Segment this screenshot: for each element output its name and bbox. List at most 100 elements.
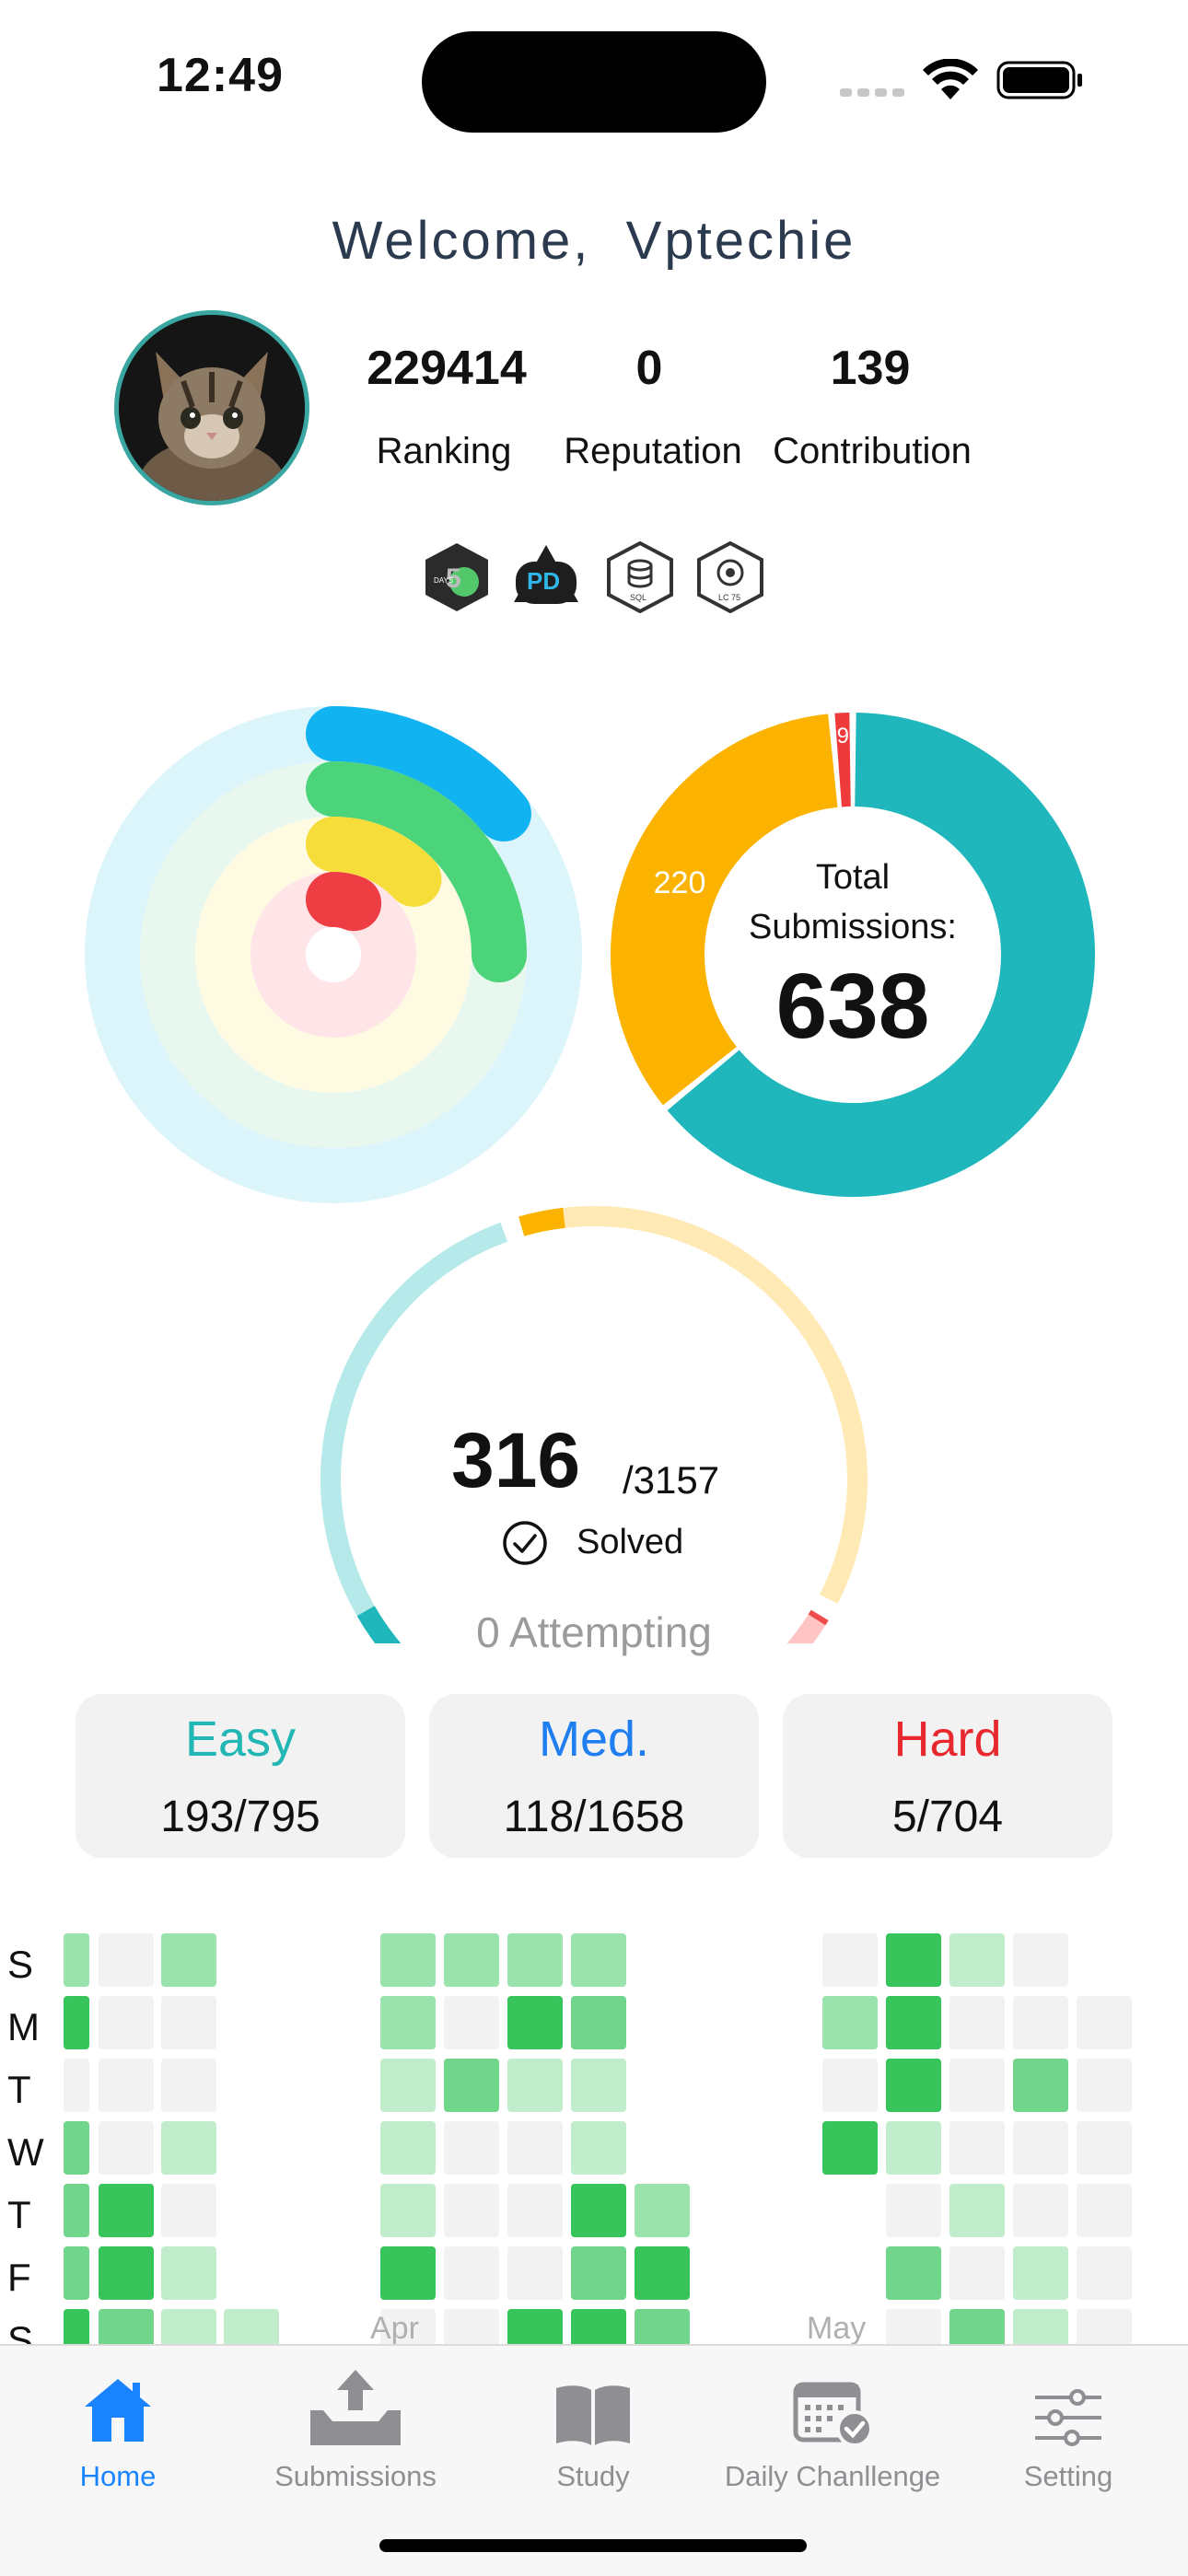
welcome-heading: Welcome, Vptechie bbox=[0, 210, 1188, 272]
heatmap-cell bbox=[1013, 2184, 1068, 2237]
tab-home[interactable]: Home bbox=[7, 2364, 228, 2493]
heatmap-cell bbox=[1013, 2309, 1068, 2344]
heatmap-cell bbox=[444, 2184, 499, 2237]
check-circle-icon bbox=[503, 1521, 547, 1565]
heatmap-cell bbox=[886, 2059, 941, 2112]
tab-setting[interactable]: Setting bbox=[958, 2364, 1179, 2493]
dynamic-island bbox=[422, 31, 766, 133]
heatmap-cell bbox=[161, 2121, 216, 2175]
heatmap-cell bbox=[571, 2059, 626, 2112]
cellular-signal-icon bbox=[840, 88, 904, 97]
heatmap-cell bbox=[1013, 2121, 1068, 2175]
heatmap-cell bbox=[949, 2246, 1005, 2300]
activity-rings-chart bbox=[85, 706, 582, 1203]
heatmap-cell bbox=[380, 1996, 436, 2049]
heatmap-cell bbox=[822, 1933, 878, 1987]
svg-text:LC 75: LC 75 bbox=[718, 593, 740, 602]
heatmap-cell bbox=[635, 2309, 690, 2344]
heatmap-cell bbox=[380, 2121, 436, 2175]
day-label: T bbox=[7, 2068, 31, 2111]
lc75-badge-icon[interactable]: LC 75 bbox=[696, 541, 764, 613]
tab-submissions[interactable]: Submissions bbox=[245, 2364, 466, 2493]
heatmap-cell bbox=[571, 1933, 626, 1987]
ring-center bbox=[306, 927, 361, 982]
heatmap-cell bbox=[507, 2059, 563, 2112]
hard-value: 5/704 bbox=[891, 1793, 1004, 1841]
month-label-may: May bbox=[807, 2311, 867, 2344]
heatmap-cell bbox=[507, 2309, 563, 2344]
heatmap-cell bbox=[99, 2059, 154, 2112]
house-icon bbox=[85, 2379, 151, 2442]
home-indicator bbox=[379, 2539, 807, 2552]
50-days-badge-icon[interactable]: 5 DAYS bbox=[423, 541, 491, 613]
day-label: T bbox=[7, 2193, 31, 2236]
ranking-value: 229414 bbox=[367, 342, 527, 395]
submission-heatmap: S M T W T F S Apr May bbox=[0, 1924, 1188, 2344]
heatmap-cell bbox=[886, 1933, 941, 1987]
easy-title: Easy bbox=[184, 1712, 297, 1767]
tab-daily-challenge-label: Daily Chanllenge bbox=[724, 2460, 941, 2492]
heatmap-cell bbox=[949, 2309, 1005, 2344]
heatmap-cell bbox=[64, 1933, 89, 1987]
heatmap-cell bbox=[1077, 1996, 1132, 2049]
avatar[interactable] bbox=[114, 310, 309, 505]
heatmap-cell bbox=[949, 2121, 1005, 2175]
heatmap-cell bbox=[99, 1996, 154, 2049]
heatmap-cell bbox=[949, 1933, 1005, 1987]
medium-card[interactable]: Med. 118/1658 bbox=[429, 1694, 759, 1858]
heatmap-cell bbox=[507, 2246, 563, 2300]
heatmap-cell bbox=[949, 2184, 1005, 2237]
heatmap-cell bbox=[161, 1933, 216, 1987]
heatmap-cell bbox=[886, 2184, 941, 2237]
reputation-label: Reputation bbox=[564, 431, 742, 471]
heatmap-cell bbox=[886, 2246, 941, 2300]
tab-study[interactable]: Study bbox=[483, 2364, 704, 2493]
heatmap-cell bbox=[949, 1996, 1005, 2049]
svg-text:DAYS: DAYS bbox=[434, 576, 453, 585]
heatmap-cell bbox=[1013, 2059, 1068, 2112]
heatmap-cell bbox=[1077, 2184, 1132, 2237]
heatmap-cell bbox=[1077, 2121, 1132, 2175]
heatmap-cell bbox=[507, 1996, 563, 2049]
heatmap-cell bbox=[161, 2059, 216, 2112]
heatmap-cell bbox=[571, 2184, 626, 2237]
solved-count: 316 bbox=[451, 1417, 581, 1503]
sql-badge-icon[interactable]: SQL bbox=[606, 541, 674, 613]
heatmap-cell bbox=[444, 1996, 499, 2049]
heatmap-cell bbox=[822, 2059, 878, 2112]
heatmap-cell bbox=[64, 1996, 89, 2049]
medium-title: Med. bbox=[538, 1712, 650, 1767]
svg-text:PD: PD bbox=[527, 567, 560, 595]
heatmap-cell bbox=[64, 2059, 89, 2112]
heatmap-cell bbox=[571, 1996, 626, 2049]
donut-slice-label: 220 bbox=[654, 865, 706, 900]
tab-setting-label: Setting bbox=[1023, 2460, 1113, 2492]
medium-value: 118/1658 bbox=[503, 1793, 685, 1841]
heatmap-cell bbox=[886, 2121, 941, 2175]
day-label: S bbox=[7, 1943, 34, 1986]
heatmap-cell bbox=[635, 2246, 690, 2300]
heatmap-cell bbox=[224, 2309, 279, 2344]
heatmap-cell bbox=[444, 2309, 499, 2344]
heatmap-cell bbox=[64, 2246, 89, 2300]
day-label: S bbox=[7, 2318, 34, 2344]
username-text: Vptechie bbox=[625, 211, 856, 271]
heatmap-cell bbox=[444, 2121, 499, 2175]
pd-badge-icon[interactable]: PD bbox=[512, 541, 580, 613]
heatmap-cell bbox=[380, 2059, 436, 2112]
donut-title: Total Submissions: bbox=[749, 858, 957, 946]
heatmap-cell bbox=[507, 2184, 563, 2237]
heatmap-cell bbox=[1077, 2309, 1132, 2344]
heatmap-cell bbox=[571, 2309, 626, 2344]
donut-slice-label: 9 bbox=[837, 724, 849, 748]
heatmap-cell bbox=[886, 2309, 941, 2344]
greeting-text: Welcome, bbox=[332, 211, 591, 271]
gauge-solved-arc bbox=[518, 1207, 565, 1236]
heatmap-cell bbox=[822, 1996, 878, 2049]
tab-study-label: Study bbox=[556, 2460, 630, 2492]
hard-card[interactable]: Hard 5/704 bbox=[783, 1694, 1112, 1858]
donut-total: 638 bbox=[775, 955, 930, 1058]
tab-daily-challenge[interactable]: Daily Chanllenge bbox=[722, 2364, 943, 2493]
easy-card[interactable]: Easy 193/795 bbox=[76, 1694, 405, 1858]
battery-icon bbox=[996, 61, 1082, 99]
